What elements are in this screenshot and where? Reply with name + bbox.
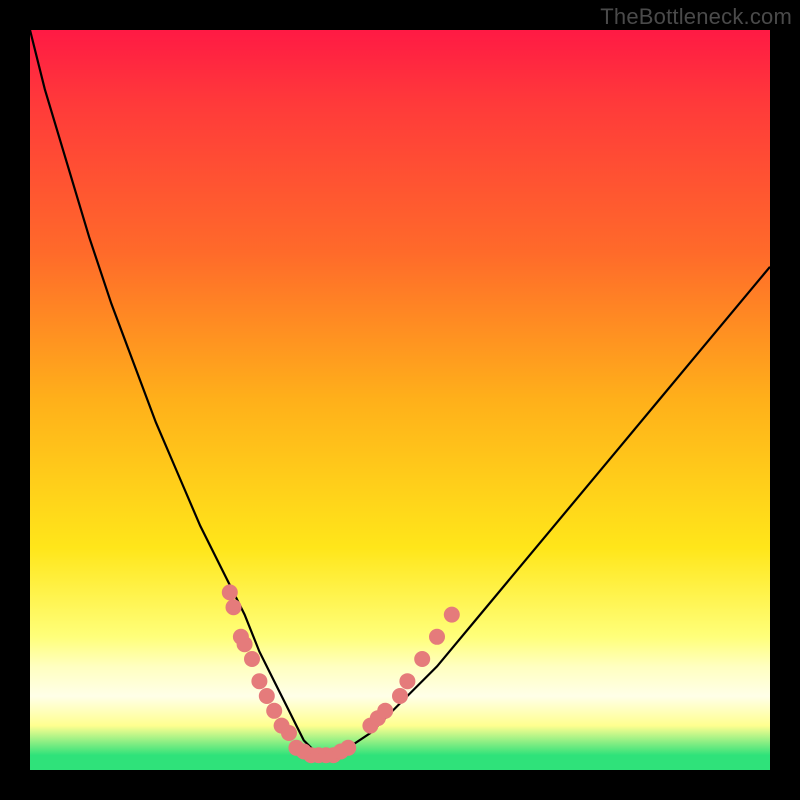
- highlight-dot: [377, 703, 393, 719]
- highlight-dot: [429, 629, 445, 645]
- highlight-dot: [251, 673, 267, 689]
- highlight-dot: [399, 673, 415, 689]
- highlight-dot: [444, 607, 460, 623]
- highlight-dot: [340, 740, 356, 756]
- chart-svg: [30, 30, 770, 770]
- highlight-dot: [414, 651, 430, 667]
- plot-area: [30, 30, 770, 770]
- highlight-dot: [237, 636, 253, 652]
- bottleneck-curve: [30, 30, 770, 755]
- highlight-dot: [259, 688, 275, 704]
- highlight-dot: [281, 725, 297, 741]
- chart-frame: TheBottleneck.com: [0, 0, 800, 800]
- highlight-dot: [222, 584, 238, 600]
- highlight-dots: [222, 584, 460, 763]
- highlight-dot: [266, 703, 282, 719]
- highlight-dot: [244, 651, 260, 667]
- watermark-text: TheBottleneck.com: [600, 4, 792, 30]
- highlight-dot: [226, 599, 242, 615]
- highlight-dot: [392, 688, 408, 704]
